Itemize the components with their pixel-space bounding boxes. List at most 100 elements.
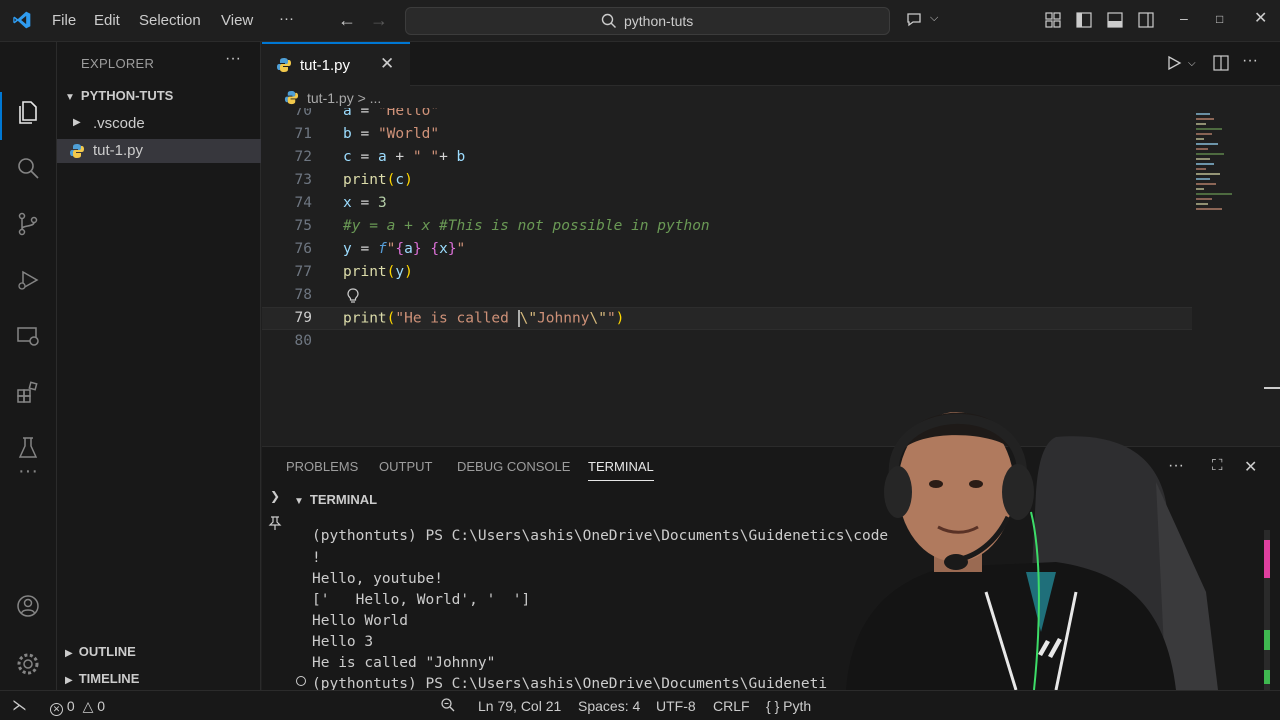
tab-label: tut-1.py <box>300 57 351 74</box>
remote-explorer-icon[interactable] <box>14 322 42 350</box>
code-line-current: 79 print("He is called \"Johnny\"") <box>262 307 1192 330</box>
menu-edit[interactable]: Edit <box>94 12 120 29</box>
source-control-icon[interactable] <box>14 210 42 238</box>
zoom-search-icon[interactable] <box>440 697 456 713</box>
line-number: 71 <box>294 126 312 142</box>
end-of-line[interactable]: CRLF <box>713 698 750 714</box>
maximize-icon[interactable]: □ <box>1216 12 1223 26</box>
editor-more-icon[interactable]: ··· <box>1242 52 1258 70</box>
chevron-right-icon: ▶ <box>65 648 73 659</box>
tab-debug-console[interactable]: DEBUG CONSOLE <box>457 459 570 474</box>
run-options-chevron-icon[interactable]: ⌵ <box>1188 58 1196 69</box>
code-line: 71 b = "World" <box>262 124 1192 147</box>
explorer-more-button[interactable]: ··· <box>225 50 241 68</box>
gear-icon[interactable] <box>14 650 42 678</box>
close-tab-icon[interactable]: ✕ <box>380 54 394 74</box>
code-line: 70 a = "Hello" <box>262 108 1192 124</box>
chevron-down-icon[interactable]: ⌵ <box>930 12 948 30</box>
code-text: print(y) <box>343 264 413 280</box>
line-number: 70 <box>294 108 312 119</box>
error-icon: ✕ <box>50 703 63 716</box>
code-text: b = "World" <box>343 126 440 142</box>
run-file-icon[interactable] <box>1166 55 1182 71</box>
chevron-right-icon: ▶ <box>65 675 73 686</box>
code-line: 80 <box>262 331 1192 354</box>
terminal-line: He is called "Johnny" <box>312 655 496 671</box>
menu-view[interactable]: View <box>221 12 253 29</box>
tab-tut-1[interactable]: tut-1.py ✕ <box>262 42 410 86</box>
language-mode[interactable]: { } Pyth <box>766 698 811 714</box>
minimize-icon[interactable]: – <box>1180 10 1188 26</box>
menu-more[interactable]: ··· <box>279 10 294 27</box>
tab-problems[interactable]: PROBLEMS <box>286 459 358 474</box>
code-line: 75 #y = a + x #This is not possible in p… <box>262 216 1192 239</box>
search-label: python-tuts <box>624 13 694 29</box>
line-number: 79 <box>294 310 312 326</box>
warning-count: 0 <box>97 698 106 714</box>
webcam-presenter-overlay <box>846 412 1218 690</box>
python-file-icon <box>70 144 84 158</box>
menu-selection[interactable]: Selection <box>139 12 201 29</box>
command-center-search[interactable]: python-tuts <box>405 7 890 35</box>
indentation[interactable]: Spaces: 4 <box>578 698 640 714</box>
code-text: x = 3 <box>343 195 387 211</box>
problems-status[interactable]: ✕ 0 △ 0 <box>50 698 105 716</box>
extensions-icon[interactable] <box>14 378 42 406</box>
copilot-chat-icon[interactable] <box>906 11 924 29</box>
outline-section[interactable]: ▶ OUTLINE <box>65 644 136 659</box>
python-file-icon <box>277 58 291 72</box>
code-text: #y = a + x #This is not possible in pyth… <box>343 218 710 234</box>
python-file-icon <box>284 90 299 105</box>
folder-python-tuts[interactable]: ▼ PYTHON-TUTS <box>65 88 173 103</box>
code-line: 78 <box>262 285 1192 308</box>
menu-file[interactable]: File <box>52 12 76 29</box>
code-line: 74 x = 3 <box>262 193 1192 216</box>
line-number: 72 <box>294 149 312 165</box>
editor-scroll-indicator[interactable] <box>1264 387 1280 389</box>
close-window-icon[interactable]: ✕ <box>1254 8 1267 28</box>
more-views-icon[interactable]: ··· <box>14 460 42 488</box>
back-arrow-icon[interactable]: ← <box>338 10 356 31</box>
search-icon[interactable] <box>14 154 42 182</box>
cursor-position[interactable]: Ln 79, Col 21 <box>478 698 561 714</box>
explorer-title: EXPLORER <box>81 56 155 71</box>
code-text: print("He is called \"Johnny\"") <box>343 310 625 327</box>
run-debug-icon[interactable] <box>14 266 42 294</box>
terminal-line: Hello, youtube! <box>312 571 443 587</box>
search-icon <box>601 13 616 28</box>
timeline-section[interactable]: ▶ TIMELINE <box>65 671 139 686</box>
tree-item-tut-1[interactable]: tut-1.py <box>57 139 261 163</box>
terminal-section-header[interactable]: ▼ TERMINAL <box>294 492 377 507</box>
account-icon[interactable] <box>14 592 42 620</box>
folder-label: PYTHON-TUTS <box>80 88 174 103</box>
command-status-circle-icon[interactable] <box>296 676 306 686</box>
activity-bar: ··· <box>0 42 57 690</box>
toggle-panel-icon[interactable] <box>1106 11 1124 29</box>
tree-item-vscode[interactable]: ▶ .vscode <box>57 112 261 136</box>
active-indicator <box>0 92 2 140</box>
line-number: 77 <box>294 264 312 280</box>
breadcrumb-path[interactable]: tut-1.py > ... <box>307 90 381 106</box>
code-line: 76 y = f"{a} {x}" <box>262 239 1192 262</box>
split-editor-icon[interactable] <box>1212 54 1230 72</box>
minimap[interactable] <box>1192 110 1262 230</box>
explorer-files-icon[interactable] <box>14 98 42 126</box>
explorer-sidebar: EXPLORER ··· ▼ PYTHON-TUTS ▶ .vscode tut-… <box>57 42 261 690</box>
tab-output[interactable]: OUTPUT <box>379 459 432 474</box>
remote-window-icon[interactable]: ⋋ <box>12 696 27 714</box>
customize-layout-icon[interactable] <box>1044 11 1062 29</box>
pin-icon[interactable] <box>268 515 282 531</box>
lightbulb-icon[interactable] <box>346 288 360 304</box>
code-text: c = a + " "+ b <box>343 149 466 165</box>
vscode-logo-icon[interactable] <box>12 10 32 30</box>
chevron-right-icon[interactable]: ❯ <box>270 489 280 503</box>
forward-arrow-icon[interactable]: → <box>370 10 388 31</box>
testing-flask-icon[interactable] <box>14 434 42 462</box>
tab-terminal[interactable]: TERMINAL <box>588 459 654 481</box>
terminal-line: Hello 3 <box>312 634 374 650</box>
file-encoding[interactable]: UTF-8 <box>656 698 696 714</box>
toggle-secondary-sidebar-icon[interactable] <box>1137 11 1155 29</box>
terminal-line: ! <box>312 550 321 566</box>
toggle-primary-sidebar-icon[interactable] <box>1075 11 1093 29</box>
editor-tab-bar: tut-1.py ✕ ⌵ ··· <box>262 42 1280 86</box>
